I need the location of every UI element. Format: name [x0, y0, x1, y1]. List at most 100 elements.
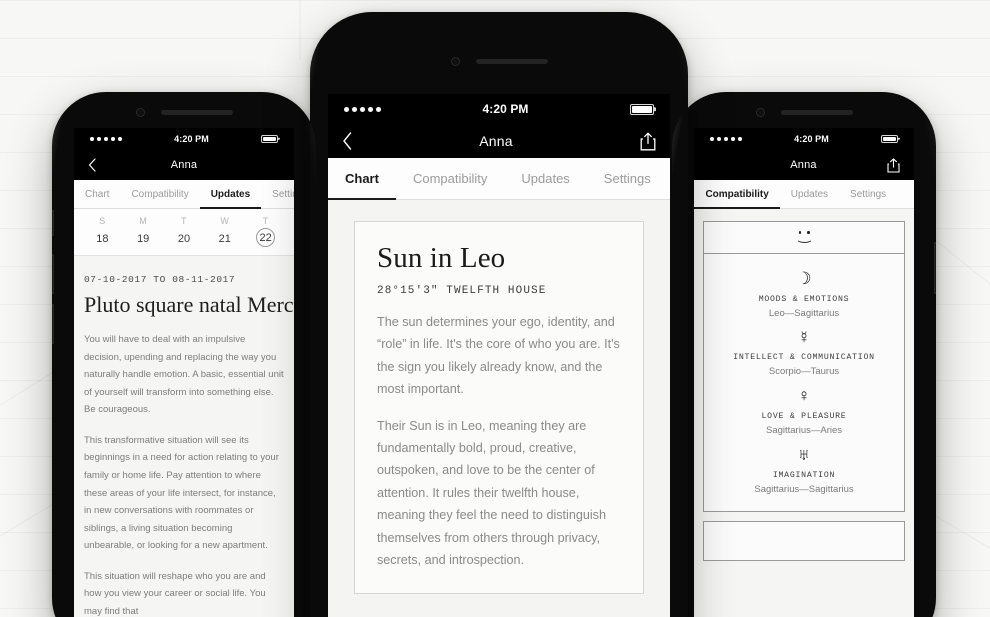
compatibility-card: ☽ MOODS & EMOTIONS Leo—Sagittarius ☿ INT… [703, 221, 905, 512]
tab-chart[interactable]: Chart [328, 158, 396, 200]
phone-hardware-top-right [672, 108, 936, 117]
page-title: Anna [170, 159, 198, 171]
status-time: 4:20 PM [174, 134, 209, 144]
article-paragraph: This transformative situation will see i… [84, 434, 279, 552]
nav-bar: Anna [694, 150, 914, 180]
planet-label: LOVE & PLEASURE [761, 412, 847, 422]
right-content: ☽ MOODS & EMOTIONS Leo—Sagittarius ☿ INT… [694, 209, 914, 617]
planet-label: IMAGINATION [772, 470, 836, 480]
mercury-icon: ☿ [797, 327, 811, 347]
tab-updates[interactable]: Updates [504, 158, 586, 199]
status-time: 4:20 PM [794, 134, 829, 144]
phone-hardware-top-center [310, 57, 688, 66]
tab-updates[interactable]: Updates [199, 180, 262, 209]
tab-bar: Chart Compatibility Updates Settings [74, 180, 294, 209]
planet-signs: Leo—Sagittarius [768, 307, 840, 319]
calendar-dow-cell: S [99, 216, 106, 226]
signal-strength-icon [90, 137, 122, 141]
calendar-date-19[interactable]: 19 [123, 226, 164, 247]
earpiece-speaker [160, 110, 233, 115]
uranus-icon: ♅ [797, 445, 811, 465]
planet-row-venus[interactable]: ♀ LOVE & PLEASURE Sagittarius—Aries [704, 381, 904, 440]
card-paragraph: The sun determines your ego, identity, a… [377, 315, 620, 397]
tab-compatibility[interactable]: Compatibility [120, 180, 199, 208]
front-camera-icon [450, 57, 460, 66]
planet-row-uranus[interactable]: ♅ IMAGINATION Sagittarius—Sagittarius [704, 440, 904, 499]
nav-bar: Anna [328, 124, 670, 158]
calendar-date-row: 18 19 20 21 22 [82, 226, 286, 247]
chevron-left-icon[interactable] [88, 158, 96, 172]
page-title: Anna [790, 159, 817, 171]
status-time: 4:20 PM [482, 102, 529, 116]
tab-settings[interactable]: Settings [839, 180, 897, 208]
battery-full-icon [881, 135, 898, 143]
update-article: 07-10-2017 TO 08-11-2017 Pluto square na… [74, 256, 294, 617]
calendar-dow-cell: T [262, 216, 269, 226]
planet-label: MOODS & EMOTIONS [758, 294, 850, 304]
power-button[interactable] [934, 242, 936, 294]
article-paragraph: You will have to deal with an impulsive … [84, 334, 284, 416]
phone-center: 4:20 PM Anna Chart Compatibility Updates… [310, 12, 688, 617]
card-paragraph: Their Sun is in Leo, meaning they are fu… [377, 418, 606, 568]
front-camera-icon [135, 108, 145, 117]
calendar-date-21[interactable]: 21 [204, 226, 245, 247]
chevron-left-icon[interactable] [342, 132, 352, 150]
tab-compatibility[interactable]: Compatibility [396, 158, 504, 199]
compatibility-card-header [704, 222, 904, 254]
battery-full-icon [630, 103, 654, 115]
calendar-date-22-selected[interactable]: 22 [245, 226, 286, 247]
calendar-dow-cell: M [139, 216, 148, 226]
calendar-strip: S M T W T 18 19 20 21 22 [74, 209, 294, 256]
center-phone-screen: 4:20 PM Anna Chart Compatibility Updates… [328, 94, 670, 617]
tab-bar: Chart Compatibility Updates Settings [328, 158, 670, 200]
moon-icon: ☽ [796, 269, 812, 288]
right-phone-screen: 4:20 PM Anna Chart Compatibility Updates… [694, 128, 914, 617]
status-bar: 4:20 PM [74, 128, 294, 150]
page-title: Anna [479, 133, 513, 149]
calendar-date-20[interactable]: 20 [164, 226, 205, 247]
earpiece-speaker [780, 110, 853, 115]
status-bar: 4:20 PM [328, 94, 670, 124]
venus-icon: ♀ [797, 386, 811, 406]
planet-list: ☽ MOODS & EMOTIONS Leo—Sagittarius ☿ INT… [704, 254, 904, 511]
phone-hardware-top-left [52, 108, 316, 117]
signal-strength-icon [710, 137, 742, 141]
signal-strength-icon [344, 106, 381, 112]
phone-left: 4:20 PM Anna Chart Compatibility Updates… [52, 92, 316, 617]
front-camera-icon [755, 108, 765, 117]
planet-row-mercury[interactable]: ☿ INTELLECT & COMMUNICATION Scorpio—Taur… [704, 323, 904, 382]
status-bar: 4:20 PM [694, 128, 914, 150]
card-subtitle: 28°15'3" TWELFTH HOUSE [377, 285, 547, 297]
tab-compatibility[interactable]: Compatibility [694, 180, 781, 209]
left-content: S M T W T 18 19 20 21 22 07-10-2017 TO 0… [74, 209, 294, 617]
planet-signs: Sagittarius—Sagittarius [754, 483, 854, 495]
calendar-dow-cell: W [220, 216, 230, 226]
compatibility-card-secondary[interactable] [703, 520, 905, 561]
phone-right: 4:20 PM Anna Chart Compatibility Updates… [672, 92, 936, 617]
earpiece-speaker [475, 59, 548, 64]
tab-settings[interactable]: Settings [587, 158, 668, 199]
left-phone-screen: 4:20 PM Anna Chart Compatibility Updates… [74, 128, 294, 617]
mute-switch[interactable] [52, 210, 54, 236]
smiley-face-icon [795, 231, 813, 244]
battery-full-icon [261, 135, 278, 143]
share-upload-icon[interactable] [887, 157, 900, 173]
center-content: Sun in Leo 28°15'3" TWELFTH HOUSE The su… [328, 200, 670, 617]
planet-label: INTELLECT & COMMUNICATION [733, 353, 875, 363]
calendar-dow-row: S M T W T [82, 216, 286, 226]
volume-down-button[interactable] [52, 304, 54, 344]
volume-up-button[interactable] [52, 254, 54, 294]
calendar-date-18[interactable]: 18 [82, 226, 123, 247]
planet-signs: Scorpio—Taurus [768, 366, 840, 378]
planet-signs: Sagittarius—Aries [765, 425, 843, 437]
share-upload-icon[interactable] [640, 132, 656, 151]
article-paragraph: This situation will reshape who you are … [84, 570, 266, 617]
sun-sign-card: Sun in Leo 28°15'3" TWELFTH HOUSE The su… [354, 221, 644, 595]
tab-settings[interactable]: Settings [261, 180, 294, 208]
article-date-range: 07-10-2017 TO 08-11-2017 [84, 274, 236, 285]
nav-bar: Anna [74, 150, 294, 180]
tab-updates[interactable]: Updates [780, 180, 839, 208]
calendar-dow-cell: T [181, 216, 187, 226]
tab-chart[interactable]: Chart [74, 180, 120, 208]
planet-row-moon[interactable]: ☽ MOODS & EMOTIONS Leo—Sagittarius [704, 264, 904, 323]
